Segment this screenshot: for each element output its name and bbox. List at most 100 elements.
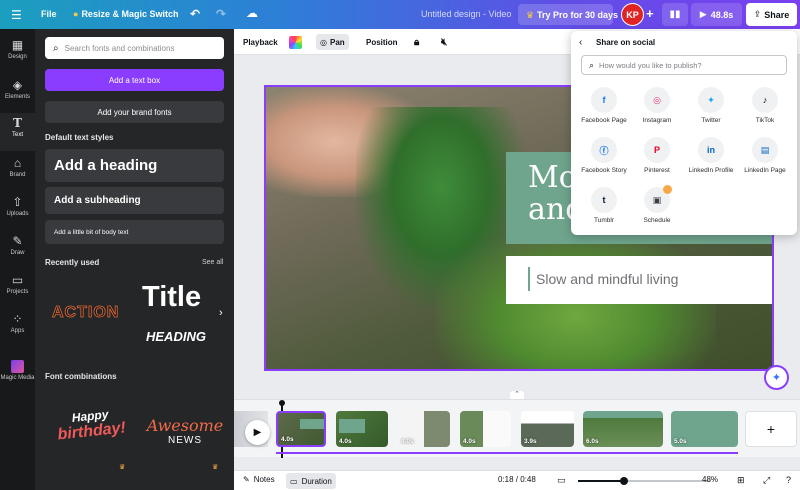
twitter-icon: ✦ xyxy=(698,87,724,113)
search-placeholder: Search fonts and combinations xyxy=(64,43,175,53)
accent-bar xyxy=(528,267,530,291)
share-tiktok[interactable]: ♪ TikTok xyxy=(738,87,792,124)
magic-media-icon xyxy=(11,360,24,373)
play-icon: ▶ xyxy=(699,9,707,19)
duration-button[interactable]: ▭ Duration xyxy=(286,473,336,489)
magic-assistant-icon[interactable]: ✦ xyxy=(764,365,789,390)
share-facebook-page[interactable]: f Facebook Page xyxy=(577,87,631,124)
timeline-clip[interactable]: 4.0s xyxy=(398,411,450,447)
page-view-icon[interactable]: ▭ xyxy=(557,475,566,486)
share-instagram[interactable]: ◎ Instagram xyxy=(630,87,684,124)
audio-track[interactable] xyxy=(276,452,738,454)
expand-timeline-icon[interactable]: ⌃ xyxy=(510,391,524,399)
timeline-play-button[interactable]: ▶ xyxy=(245,420,270,445)
color-icon[interactable] xyxy=(289,34,302,50)
rail-item-magic-media[interactable]: Magic Media xyxy=(0,360,35,396)
redo-icon[interactable]: ↷ xyxy=(216,7,226,21)
crown-icon: ♛ xyxy=(212,464,219,471)
playback-button[interactable]: Playback xyxy=(239,34,282,50)
try-pro-button[interactable]: ♛ Try Pro for 30 days xyxy=(518,4,618,25)
clip-duration: 5.0s xyxy=(674,438,687,445)
fullscreen-icon[interactable]: ⤢ xyxy=(763,475,770,486)
slide-title-line: Mo xyxy=(528,160,577,195)
insights-icon[interactable]: ▮▮ xyxy=(662,3,688,26)
add-text-box-button[interactable]: Add a text box xyxy=(45,69,224,91)
rail-item-apps[interactable]: ⁘ Apps xyxy=(0,312,35,348)
calendar-icon: ▣ xyxy=(644,185,672,213)
share-option-label: Facebook Story xyxy=(581,167,627,174)
timeline-clip[interactable]: 4.0s xyxy=(336,411,388,447)
undo-icon[interactable]: ↶ xyxy=(190,7,200,21)
rail-item-uploads[interactable]: ⇧ Uploads xyxy=(0,195,35,231)
rail-item-text[interactable]: T Text xyxy=(0,113,35,151)
crown-icon: ♛ xyxy=(119,464,126,471)
add-body-text-button[interactable]: Add a little bit of body text xyxy=(45,220,224,244)
zoom-level[interactable]: 48% xyxy=(702,475,718,484)
publish-search-input[interactable]: ⌕ How would you like to publish? xyxy=(581,55,787,75)
rail-label: Projects xyxy=(6,289,29,295)
pen-icon: ✎ xyxy=(12,234,23,248)
notes-button[interactable]: ✎ Notes xyxy=(243,475,275,484)
rail-item-brand[interactable]: ⌂ Brand xyxy=(0,156,35,192)
timeline-clip[interactable]: 3.9s xyxy=(521,411,574,447)
playhead-knob[interactable] xyxy=(279,400,285,406)
font-search-input[interactable]: ⌕ Search fonts and combinations xyxy=(45,37,224,59)
grid-view-icon[interactable]: ⊞ xyxy=(737,475,745,486)
rail-item-elements[interactable]: ◈ Elements xyxy=(0,78,35,114)
share-schedule[interactable]: ▣ Schedule xyxy=(630,185,684,224)
apps-icon: ⁘ xyxy=(12,312,23,326)
share-option-label: LinkedIn Page xyxy=(744,167,786,174)
pan-button[interactable]: ◎ Pan xyxy=(316,34,349,50)
rail-label: Elements xyxy=(4,94,30,100)
recent-font-action[interactable]: ACTION xyxy=(52,304,119,322)
resize-magic-switch-button[interactable]: ● Resize & Magic Switch xyxy=(73,9,178,19)
add-subheading-button[interactable]: Add a subheading xyxy=(45,187,224,214)
add-icon[interactable]: + xyxy=(646,6,654,21)
add-heading-button[interactable]: Add a heading xyxy=(45,149,224,182)
menu-icon[interactable]: ☰ xyxy=(11,8,22,22)
timeline-clip[interactable]: 4.0s xyxy=(460,411,511,447)
timeline: ▶ 4.0s 4.0s 4.0s 4.0s 3.9s 6.0s 5.0s + xyxy=(234,399,800,458)
add-clip-button[interactable]: + xyxy=(745,411,797,447)
help-icon[interactable]: ? xyxy=(786,475,791,485)
notes-icon: ✎ xyxy=(243,475,250,484)
play-button[interactable]: ▶ 48.8s xyxy=(691,3,742,26)
share-twitter[interactable]: ✦ Twitter xyxy=(684,87,738,124)
rail-item-design[interactable]: ▦ Design xyxy=(0,38,35,74)
time-readout: 0:18 / 0:48 xyxy=(498,475,536,484)
share-tumblr[interactable]: t Tumblr xyxy=(577,187,631,224)
play-duration: 48.8s xyxy=(710,9,734,20)
zoom-slider-handle[interactable] xyxy=(620,477,628,485)
linkedin-icon: in xyxy=(698,137,724,163)
cloud-save-icon[interactable]: ☁ xyxy=(246,6,258,20)
share-button[interactable]: ⇪ Share xyxy=(746,3,797,26)
combo-awesome-news[interactable]: Awesome NEWS xyxy=(143,416,227,446)
subtitle-block[interactable]: Slow and mindful living xyxy=(506,256,772,304)
facebook-icon: f xyxy=(591,87,617,113)
add-brand-fonts-button[interactable]: Add your brand fonts xyxy=(45,101,224,123)
avatar[interactable]: KP xyxy=(621,3,644,26)
share-pinterest[interactable]: P Pinterest xyxy=(630,137,684,174)
share-option-label: LinkedIn Profile xyxy=(688,167,734,174)
document-title[interactable]: Untitled design - Video xyxy=(421,9,511,19)
share-option-label: Twitter xyxy=(701,117,721,124)
mute-icon[interactable]: 🔇︎ xyxy=(437,34,451,50)
rail-item-draw[interactable]: ✎ Draw xyxy=(0,234,35,270)
timeline-clip[interactable]: 4.0s xyxy=(276,411,326,447)
lock-icon[interactable]: 🔒︎ xyxy=(410,34,423,50)
share-facebook-story[interactable]: ⓕ Facebook Story xyxy=(577,137,631,174)
combo-happy-birthday[interactable]: Happy birthday! xyxy=(50,405,133,445)
recent-font-title[interactable]: Title xyxy=(142,281,201,314)
share-linkedin-profile[interactable]: in LinkedIn Profile xyxy=(684,137,738,174)
back-arrow-icon[interactable]: ‹ xyxy=(579,37,582,48)
combo-line: NEWS xyxy=(168,435,202,446)
file-menu[interactable]: File xyxy=(41,9,57,19)
chevron-right-icon[interactable]: › xyxy=(219,307,223,319)
timeline-clip[interactable]: 6.0s xyxy=(583,411,663,447)
position-button[interactable]: Position xyxy=(362,34,402,50)
share-linkedin-page[interactable]: ▤ LinkedIn Page xyxy=(738,137,792,174)
rail-item-projects[interactable]: ▭ Projects xyxy=(0,273,35,309)
recent-font-heading[interactable]: HEADING xyxy=(146,329,206,344)
timeline-clip[interactable]: 5.0s xyxy=(671,411,738,447)
see-all-link[interactable]: See all xyxy=(202,259,223,266)
